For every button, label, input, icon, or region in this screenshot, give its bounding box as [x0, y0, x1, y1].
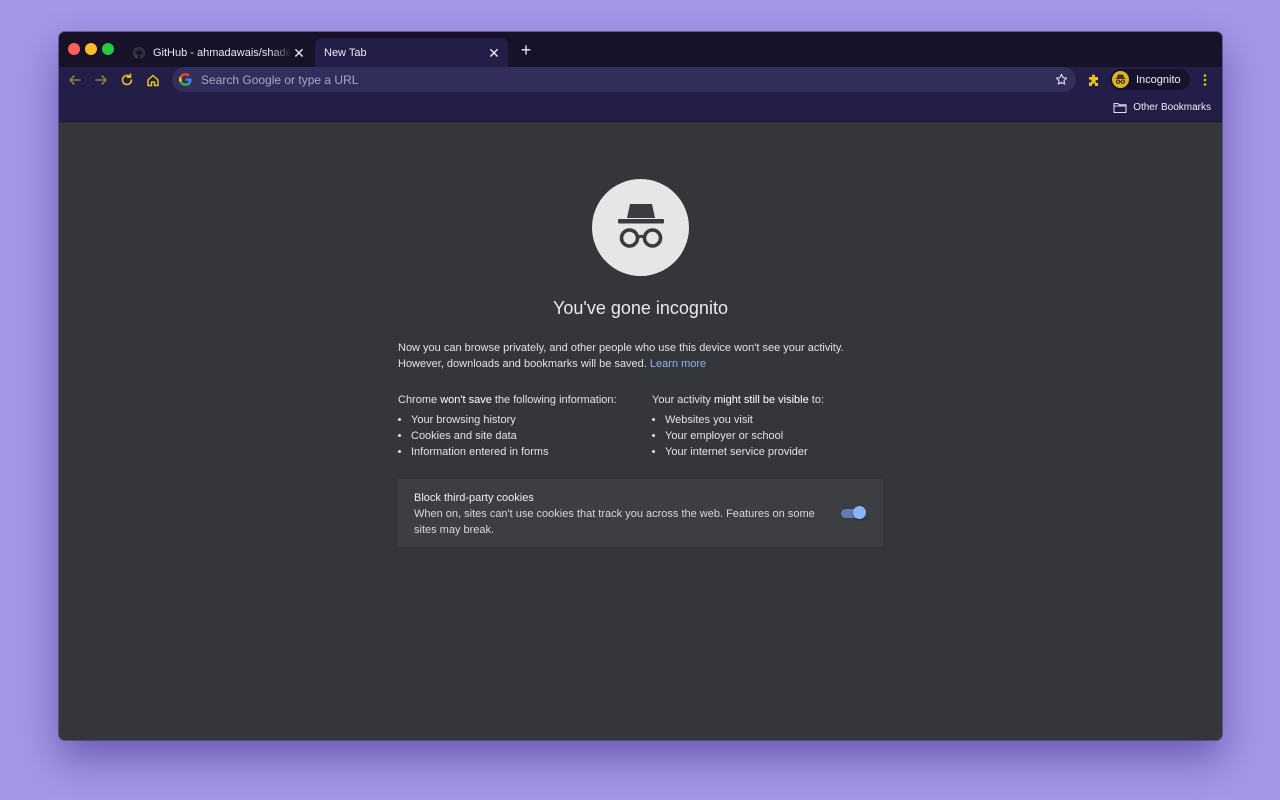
cookie-card-description: When on, sites can't use cookies that tr… — [414, 508, 815, 536]
omnibox[interactable] — [172, 67, 1076, 92]
kebab-menu-icon — [1203, 74, 1207, 86]
learn-more-link[interactable]: Learn more — [650, 358, 706, 370]
tab-title: GitHub - ahmadawais/shades-of-purple — [153, 46, 291, 59]
wont-save-heading: Chrome won't save the following informat… — [398, 394, 617, 406]
arrow-left-icon — [69, 75, 81, 85]
bookmark-star-icon[interactable] — [1053, 72, 1069, 88]
page-title: You've gone incognito — [553, 298, 728, 318]
minimize-window-button[interactable] — [85, 43, 97, 55]
new-tab-page: You've gone incognito Now you can browse… — [59, 122, 1222, 740]
tab-title: New Tab — [324, 46, 367, 59]
home-icon — [147, 74, 159, 87]
profile-label: Incognito — [1136, 73, 1181, 86]
list-item: Information entered in forms — [411, 444, 648, 460]
folder-icon — [1113, 102, 1127, 113]
intro-text: Now you can browse privately, and other … — [398, 342, 844, 370]
new-tab-button[interactable]: + — [518, 41, 534, 59]
other-bookmarks-button[interactable]: Other Bookmarks — [1113, 99, 1211, 115]
list-item: Cookies and site data — [411, 428, 648, 444]
github-icon — [132, 46, 145, 59]
block-cookies-toggle[interactable] — [841, 506, 867, 520]
browser-window: GitHub - ahmadawais/shades-of-purple ✕ N… — [59, 32, 1222, 740]
list-item: Your internet service provider — [665, 444, 902, 460]
extensions-button[interactable] — [1085, 71, 1103, 89]
list-item: Your browsing history — [411, 412, 648, 428]
reload-button[interactable] — [118, 71, 136, 89]
still-visible-heading: Your activity might still be visible to: — [652, 394, 825, 406]
third-party-cookies-card: Block third-party cookies When on, sites… — [398, 479, 883, 547]
incognito-intro: Now you can browse privately, and other … — [398, 340, 883, 372]
still-visible-section: Your activity might still be visible to:… — [652, 392, 902, 460]
google-icon — [179, 73, 192, 86]
tab-new-tab[interactable]: New Tab ✕ — [315, 38, 508, 67]
back-button[interactable] — [66, 71, 84, 89]
other-bookmarks-label: Other Bookmarks — [1133, 101, 1211, 113]
omnibox-input[interactable] — [199, 71, 1053, 88]
forward-button[interactable] — [92, 71, 110, 89]
toggle-thumb — [853, 506, 866, 519]
close-tab-icon[interactable]: ✕ — [291, 45, 307, 61]
home-button[interactable] — [144, 71, 162, 89]
wont-save-section: Chrome won't save the following informat… — [398, 392, 648, 460]
bookmarks-bar: Other Bookmarks — [59, 93, 1222, 122]
toolbar: Incognito — [59, 67, 1222, 93]
maximize-window-button[interactable] — [102, 43, 114, 55]
incognito-hero-icon — [592, 179, 689, 276]
incognito-avatar-icon — [1112, 71, 1129, 88]
close-tab-icon[interactable]: ✕ — [486, 45, 502, 61]
list-item: Websites you visit — [665, 412, 902, 428]
list-item: Your employer or school — [665, 428, 902, 444]
incognito-profile-button[interactable]: Incognito — [1110, 69, 1190, 90]
tab-github[interactable]: GitHub - ahmadawais/shades-of-purple ✕ — [127, 38, 313, 67]
cookie-card-title: Block third-party cookies — [414, 492, 534, 504]
chrome-menu-button[interactable] — [1196, 71, 1214, 89]
puzzle-icon — [1089, 74, 1098, 86]
reload-icon — [121, 73, 133, 86]
arrow-right-icon — [95, 75, 107, 85]
close-window-button[interactable] — [68, 43, 80, 55]
tab-strip: GitHub - ahmadawais/shades-of-purple ✕ N… — [59, 32, 1222, 67]
